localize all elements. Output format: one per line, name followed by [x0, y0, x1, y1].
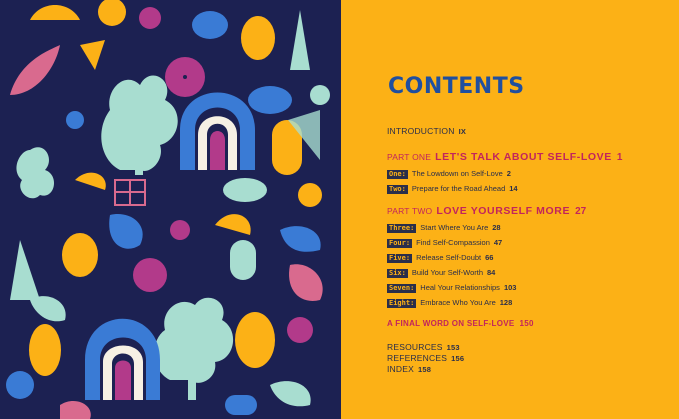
toc-chapter-five[interactable]: Five: Release Self-Doubt 66: [387, 252, 493, 264]
chapter-title: Heal Your Relationships: [420, 283, 500, 292]
chapter-number-badge: Eight:: [387, 299, 417, 308]
toc-part-two[interactable]: PART TWO LOVE YOURSELF MORE 27: [387, 205, 586, 218]
toc-part-label: PART TWO: [387, 206, 433, 216]
chapter-title: Release Self-Doubt: [416, 253, 482, 262]
book-spread: CONTENTS INTRODUCTION IX PART ONE LET'S TA…: [0, 0, 679, 419]
chapter-title: The Lowdown on Self-Love: [411, 169, 503, 178]
toc-part-page: 1: [616, 152, 623, 163]
toc-back-matter-page: 158: [417, 365, 432, 374]
chapter-page: 28: [492, 223, 501, 232]
chapter-number-badge: Five:: [387, 254, 413, 263]
chapter-page: 66: [485, 253, 494, 262]
chapter-page: 128: [499, 298, 513, 307]
toc-part-title: LET'S TALK ABOUT SELF-LOVE: [435, 151, 612, 163]
toc-part-one[interactable]: PART ONE LET'S TALK ABOUT SELF-LOVE 1: [387, 151, 622, 164]
chapter-number-badge: Four:: [387, 239, 413, 248]
toc-part-title: LOVE YOURSELF MORE: [436, 205, 571, 217]
toc-chapter-seven[interactable]: Seven: Heal Your Relationships 103: [387, 282, 516, 294]
chapter-page: 47: [493, 238, 503, 247]
toc-back-matter-title: RESOURCES: [387, 342, 443, 352]
toc-chapter-one[interactable]: One: The Lowdown on Self-Love 2: [387, 168, 511, 180]
toc-chapter-two[interactable]: Two: Prepare for the Road Ahead 14: [387, 183, 518, 195]
chapter-title: Start Where You Are: [420, 223, 489, 232]
chapter-number-badge: Seven:: [387, 284, 417, 293]
chapter-page: 14: [509, 184, 518, 193]
toc-back-matter-page: 153: [446, 343, 460, 352]
toc-introduction[interactable]: INTRODUCTION IX: [387, 125, 466, 138]
toc-chapter-six[interactable]: Six: Build Your Self-Worth 84: [387, 267, 495, 279]
contents-page: CONTENTS INTRODUCTION IX PART ONE LET'S TA…: [341, 0, 679, 419]
table-of-contents: INTRODUCTION IX PART ONE LET'S TALK ABOUT …: [387, 0, 677, 419]
toc-chapter-four[interactable]: Four: Find Self-Compassion 47: [387, 237, 502, 249]
chapter-title: Build Your Self-Worth: [411, 268, 484, 277]
toc-back-matter-title: INDEX: [387, 364, 414, 374]
abstract-shapes-illustration: [0, 0, 341, 419]
chapter-number-badge: Six:: [387, 269, 408, 278]
toc-introduction-label: INTRODUCTION: [387, 126, 455, 136]
chapter-number-badge: One:: [387, 170, 408, 179]
toc-part-page: 27: [575, 206, 587, 217]
toc-final-word-title: A FINAL WORD ON SELF-LOVE: [387, 319, 515, 328]
toc-introduction-page: IX: [458, 127, 467, 136]
toc-back-matter-page: 156: [451, 354, 465, 363]
toc-final-word[interactable]: A FINAL WORD ON SELF-LOVE 150: [387, 318, 534, 330]
toc-index[interactable]: INDEX 158: [387, 363, 431, 376]
chapter-title: Embrace Who You Are: [420, 298, 496, 307]
toc-chapter-eight[interactable]: Eight: Embrace Who You Are 128: [387, 297, 512, 309]
toc-chapter-three[interactable]: Three: Start Where You Are 28: [387, 222, 501, 234]
toc-back-matter-title: REFERENCES: [387, 353, 448, 363]
chapter-number-badge: Three:: [387, 224, 417, 233]
chapter-title: Find Self-Compassion: [416, 238, 490, 247]
chapter-page: 103: [503, 283, 517, 292]
chapter-number-badge: Two:: [387, 185, 408, 194]
chapter-title: Prepare for the Road Ahead: [411, 184, 506, 193]
toc-part-label: PART ONE: [387, 152, 432, 162]
illustration-page: [0, 0, 341, 419]
chapter-page: 2: [506, 169, 511, 178]
chapter-page: 84: [487, 268, 496, 277]
toc-final-word-page: 150: [519, 319, 534, 328]
